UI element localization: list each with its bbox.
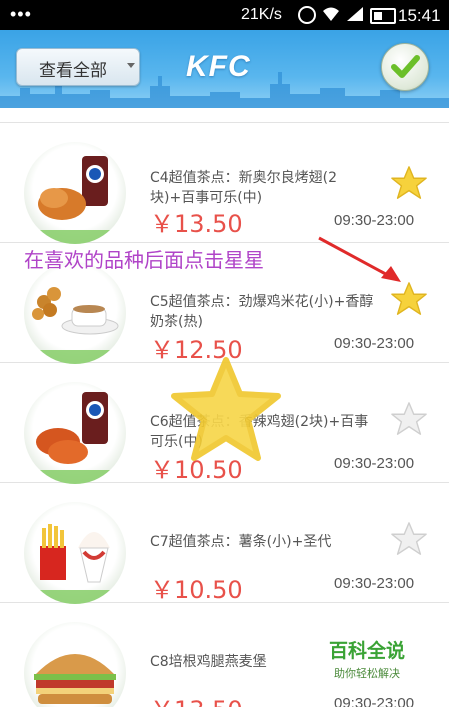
favorite-star-icon[interactable] [390, 164, 428, 202]
view-all-label: 查看全部 [39, 61, 107, 81]
product-image-spicy-wings-cola [24, 382, 126, 484]
product-image-burger [24, 622, 126, 707]
signal-icon [347, 7, 363, 21]
app-header: 查看全部 KFC [0, 30, 449, 108]
checkmark-icon [391, 55, 420, 78]
tap-star-overlay-icon [171, 357, 281, 461]
pointer-arrow-icon [318, 236, 401, 282]
product-price: ￥13.50 [150, 210, 243, 238]
list-item[interactable]: C7超值茶点：薯条(小)+圣代 ￥10.50 09:30-23:00 [0, 482, 449, 604]
product-name: C4超值茶点：新奥尔良烤翅(2块)+百事可乐(中) [150, 170, 338, 206]
wifi-icon [323, 7, 339, 21]
confirm-button[interactable] [381, 43, 429, 91]
product-hours: 09:30-23:00 [334, 335, 415, 352]
battery-icon [370, 8, 396, 24]
clock-time: 15:41 [398, 6, 441, 25]
product-image-fries-sundae [24, 502, 126, 604]
alarm-icon [298, 6, 316, 24]
product-hours: 09:30-23:00 [334, 575, 415, 592]
instruction-hint: 在喜欢的品种后面点击星星 [24, 248, 264, 272]
kfc-logo: KFC [186, 50, 251, 83]
chevron-down-icon [127, 63, 135, 68]
view-all-button[interactable]: 查看全部 [16, 48, 140, 86]
list-item-partial [0, 108, 449, 123]
product-hours: 09:30-23:00 [334, 212, 415, 229]
product-price: ￥13.50 [150, 690, 243, 707]
product-image-wings-cola [24, 142, 126, 244]
favorite-star-icon[interactable] [390, 520, 428, 558]
product-image-popcorn-chicken-tea [24, 262, 126, 364]
notification-dots: ••• [10, 4, 32, 24]
watermark: 百科全说 助你轻松解决 [322, 636, 412, 681]
network-speed: 21K/s [241, 6, 282, 23]
favorite-star-icon[interactable] [390, 280, 428, 318]
status-bar: ••• 21K/s 15:41 [0, 0, 449, 30]
product-price: ￥10.50 [150, 576, 243, 604]
product-name: C7超值茶点：薯条(小)+圣代 [150, 534, 332, 550]
watermark-title: 百科全说 [328, 640, 405, 662]
list-item[interactable]: C4超值茶点：新奥尔良烤翅(2块)+百事可乐(中) ￥13.50 09:30-2… [0, 122, 449, 244]
product-name: C5超值茶点：劲爆鸡米花(小)+香醇奶茶(热) [150, 294, 374, 330]
product-hours: 09:30-23:00 [334, 455, 415, 472]
favorite-star-icon[interactable] [390, 400, 428, 438]
watermark-subtitle: 助你轻松解决 [334, 667, 400, 680]
product-hours: 09:30-23:00 [334, 695, 415, 707]
